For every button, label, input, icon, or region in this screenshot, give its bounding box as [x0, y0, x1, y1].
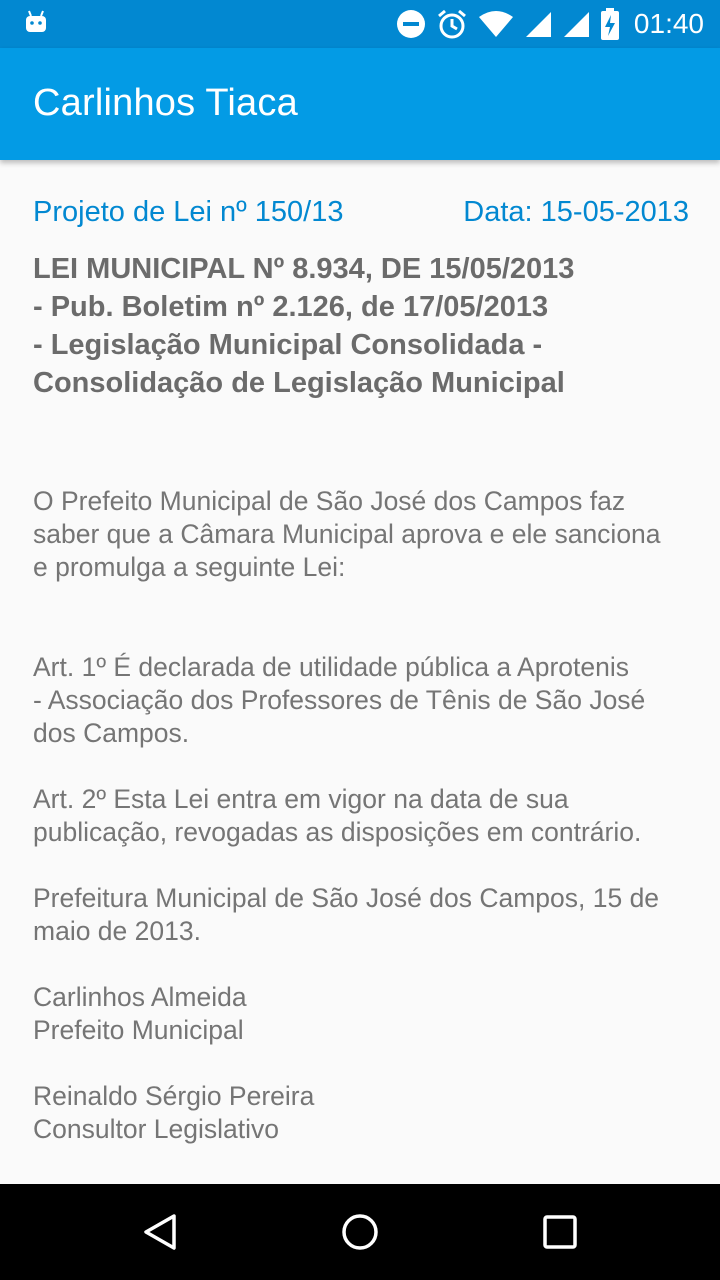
text-line: Art. 1º É declarada de utilidade pública… [33, 652, 630, 682]
signer-name: Carlinhos Almeida [33, 982, 247, 1012]
app-title: Carlinhos Tiaca [33, 82, 298, 124]
text-line: publicação, revogadas as disposições em … [33, 817, 642, 847]
meta-row: Projeto de Lei nº 150/13 Data: 15-05-201… [33, 196, 689, 236]
status-bar: 01:40 [0, 0, 720, 48]
law-title-line: - Pub. Boletim nº 2.126, de 17/05/2013 [33, 291, 549, 323]
battery-charging-icon [600, 8, 619, 40]
document-date: Data: 15-05-2013 [463, 196, 689, 228]
home-icon[interactable] [340, 1212, 380, 1252]
signal-icon-2 [563, 12, 589, 37]
article-1: Art. 1º É declarada de utilidade pública… [33, 651, 703, 750]
document-view[interactable]: Projeto de Lei nº 150/13 Data: 15-05-201… [0, 160, 720, 1184]
signer-name: Reinaldo Sérgio Pereira [33, 1081, 315, 1111]
text-line: saber que a Câmara Municipal aprova e el… [33, 519, 661, 549]
clock: 01:40 [633, 8, 704, 39]
text-line: - Associação dos Professores de Tênis de… [33, 685, 646, 715]
law-title-line: - Legislação Municipal Consolidada - [33, 329, 543, 361]
law-title-line: Consolidação de Legislação Municipal [33, 367, 565, 399]
android-icon [26, 10, 46, 32]
law-title: LEI MUNICIPAL Nº 8.934, DE 15/05/2013 - … [33, 250, 693, 402]
text-line: Art. 2º Esta Lei entra em vigor na data … [33, 784, 569, 814]
recents-icon[interactable] [540, 1212, 580, 1252]
do-not-disturb-icon [396, 10, 425, 38]
navigation-bar [0, 1184, 720, 1280]
text-line: e promulga a seguinte Lei: [33, 552, 346, 582]
back-icon[interactable] [140, 1212, 180, 1252]
text-line: Prefeitura Municipal de São José dos Cam… [33, 883, 660, 913]
signer-role: Consultor Legislativo [33, 1114, 279, 1144]
law-title-line: LEI MUNICIPAL Nº 8.934, DE 15/05/2013 [33, 253, 575, 285]
app-bar: Carlinhos Tiaca [0, 48, 720, 160]
text-line: maio de 2013. [33, 916, 201, 946]
signal-icon [525, 12, 551, 37]
signer-mayor: Carlinhos Almeida Prefeito Municipal [33, 981, 703, 1047]
article-2: Art. 2º Esta Lei entra em vigor na data … [33, 783, 703, 849]
wifi-icon [478, 11, 513, 37]
system-icons: 01:40 [396, 0, 704, 48]
intro-paragraph: O Prefeito Municipal de São José dos Cam… [33, 485, 703, 584]
text-line: O Prefeito Municipal de São José dos Cam… [33, 486, 626, 516]
signer-role: Prefeito Municipal [33, 1015, 244, 1045]
closing-paragraph: Prefeitura Municipal de São José dos Cam… [33, 882, 703, 948]
project-number: Projeto de Lei nº 150/13 [33, 196, 344, 228]
signer-consultant: Reinaldo Sérgio Pereira Consultor Legisl… [33, 1080, 703, 1146]
alarm-icon [437, 9, 466, 39]
text-line: dos Campos. [33, 718, 190, 748]
